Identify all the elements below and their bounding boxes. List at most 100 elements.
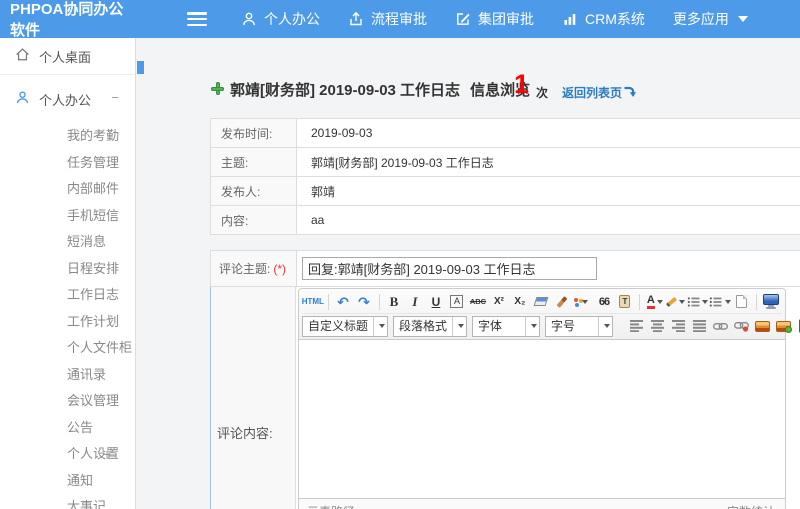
sidebar-item-desktop[interactable]: 个人桌面 <box>0 38 135 75</box>
superscript-button[interactable]: X² <box>489 292 509 312</box>
link-icon <box>713 322 729 330</box>
sidebar-item-contacts[interactable]: 通讯录 <box>0 362 135 389</box>
insert-multi-image-button[interactable] <box>774 316 794 336</box>
align-justify-button[interactable] <box>690 316 710 336</box>
eraser-button[interactable] <box>531 292 551 312</box>
subscript-button[interactable]: X₂ <box>510 292 530 312</box>
menu-toggle-icon[interactable] <box>187 12 207 26</box>
comment-subject-input[interactable] <box>302 257 597 280</box>
sidebar-item-work-plan[interactable]: 工作计划 <box>0 309 135 336</box>
sidebar-section-personal-office[interactable]: 个人办公 − <box>0 81 135 117</box>
align-right-button[interactable] <box>669 316 689 336</box>
custom-title-select[interactable]: 自定义标题 <box>302 315 389 337</box>
back-to-list-link[interactable]: 返回列表页 <box>562 84 637 101</box>
fullscreen-button[interactable] <box>761 292 781 312</box>
views-unit: 次 <box>536 86 549 100</box>
redo-button[interactable]: ↷ <box>354 292 374 312</box>
sidebar-item-notifications[interactable]: 通知 <box>0 468 135 495</box>
toolbar-separator <box>378 293 380 310</box>
image-icon <box>755 320 771 332</box>
sidebar-item-milestones[interactable]: 大事记 <box>0 494 135 509</box>
bold-button[interactable]: B <box>384 292 404 312</box>
nav-personal-office[interactable]: 个人办公 <box>241 9 320 29</box>
nav-group-approval[interactable]: 集团审批 <box>455 9 534 29</box>
word-count-label: 字数统计 <box>727 503 775 509</box>
undo-button[interactable]: ↶ <box>333 292 353 312</box>
insert-link-button[interactable] <box>711 316 731 336</box>
upload-icon <box>348 11 364 27</box>
info-label: 发布人: <box>210 176 297 206</box>
comment-content-row: 评论内容: HTML ↶ ↷ B I U A ABC X² X₂ 66 T A … <box>210 287 800 509</box>
sidebar-item-schedule[interactable]: 日程安排 <box>0 256 135 283</box>
sidebar-menu: 我的考勤 任务管理 内部邮件 手机短信 短消息 日程安排 工作日志 工作计划 个… <box>0 123 135 509</box>
sidebar-item-meetings[interactable]: 会议管理 <box>0 388 135 415</box>
brush-icon <box>556 295 568 308</box>
remove-link-button[interactable] <box>732 316 752 336</box>
edit-icon <box>455 11 471 27</box>
toolbar-separator <box>756 293 757 310</box>
sidebar-item-file-cabinet[interactable]: 个人文件柜 <box>0 335 135 362</box>
html-source-button[interactable]: HTML <box>302 292 324 312</box>
paragraph-format-select[interactable]: 段落格式 <box>393 315 468 337</box>
clipboard-icon: T <box>619 295 631 308</box>
person-icon <box>15 90 30 108</box>
font-color-button[interactable]: A <box>645 292 665 312</box>
align-justify-icon <box>692 320 706 332</box>
toolbar-separator <box>327 293 329 310</box>
bar-chart-icon <box>562 11 578 27</box>
sidebar: 个人桌面 个人办公 − 我的考勤 任务管理 内部邮件 手机短信 短消息 日程安排… <box>0 38 136 509</box>
align-left-button[interactable] <box>627 316 647 336</box>
insert-media-button[interactable] <box>795 316 800 336</box>
underline-button[interactable]: U <box>426 292 446 312</box>
highlight-button[interactable] <box>666 292 686 312</box>
font-border-button[interactable]: A <box>447 292 467 312</box>
monitor-icon <box>763 294 780 309</box>
views-count: 1 <box>514 69 530 99</box>
ordered-list-button[interactable] <box>687 292 709 312</box>
strikethrough-button[interactable]: ABC <box>468 292 488 312</box>
top-header: PHPOA协同办公软件 个人办公 流程审批 集团审批 CRM系统 更多应用 <box>0 0 800 39</box>
palette-icon <box>573 297 578 302</box>
auto-typeset-button[interactable] <box>573 292 593 312</box>
align-center-icon <box>650 320 664 332</box>
nav-more-apps[interactable]: 更多应用 <box>673 9 748 29</box>
editor-content-area[interactable] <box>299 340 785 498</box>
sidebar-item-work-log[interactable]: 工作日志 <box>0 282 135 309</box>
sidebar-item-tasks[interactable]: 任务管理 <box>0 150 135 177</box>
paste-text-button[interactable]: T <box>615 292 635 312</box>
italic-button[interactable]: I <box>405 292 425 312</box>
undo-icon: ↶ <box>337 293 349 310</box>
nav-workflow-approval[interactable]: 流程审批 <box>348 9 427 29</box>
person-icon <box>241 11 257 27</box>
sidebar-item-sms[interactable]: 手机短信 <box>0 203 135 230</box>
sidebar-item-short-message[interactable]: 短消息 <box>0 229 135 256</box>
plus-icon <box>211 82 224 95</box>
page-title-bar: 郭靖[财务部] 2019-09-03 工作日志 信息浏览 1 次 返回列表页 <box>137 69 797 105</box>
font-size-select[interactable]: 字号 <box>545 315 614 337</box>
comment-subject-label-cell: 评论主题: (*) <box>211 251 297 286</box>
caret-down-icon <box>679 299 686 304</box>
comment-content-value-cell: HTML ↶ ↷ B I U A ABC X² X₂ 66 T A 自定义标题 … <box>296 287 800 509</box>
page-title: 郭靖[财务部] 2019-09-03 工作日志 信息浏览 <box>230 82 531 99</box>
sidebar-item-internal-mail[interactable]: 内部邮件 <box>0 176 135 203</box>
align-center-button[interactable] <box>648 316 668 336</box>
collapse-icon[interactable]: − <box>111 90 119 105</box>
sidebar-item-attendance[interactable]: 我的考勤 <box>0 123 135 150</box>
caret-down-icon <box>702 299 709 304</box>
insert-image-button[interactable] <box>753 316 773 336</box>
font-family-select[interactable]: 字体 <box>472 315 541 337</box>
blockquote-button[interactable]: 66 <box>594 292 614 312</box>
unordered-list-button[interactable] <box>709 292 731 312</box>
sidebar-item-settings[interactable]: 个人设置 + <box>0 441 135 468</box>
format-brush-button[interactable] <box>552 292 572 312</box>
expand-icon[interactable]: + <box>103 441 111 468</box>
comment-form: 评论主题: (*) 评论内容: HTML ↶ ↷ <box>210 250 800 509</box>
table-row: 内容: aa <box>210 205 800 235</box>
align-right-icon <box>671 320 685 332</box>
caret-down-icon <box>581 299 588 304</box>
new-page-button[interactable] <box>732 292 752 312</box>
table-row: 主题: 郭靖[财务部] 2019-09-03 工作日志 <box>210 147 800 177</box>
sidebar-item-announcements[interactable]: 公告 <box>0 415 135 442</box>
nav-crm[interactable]: CRM系统 <box>562 9 645 29</box>
info-value: 郭靖[财务部] 2019-09-03 工作日志 <box>296 147 800 177</box>
